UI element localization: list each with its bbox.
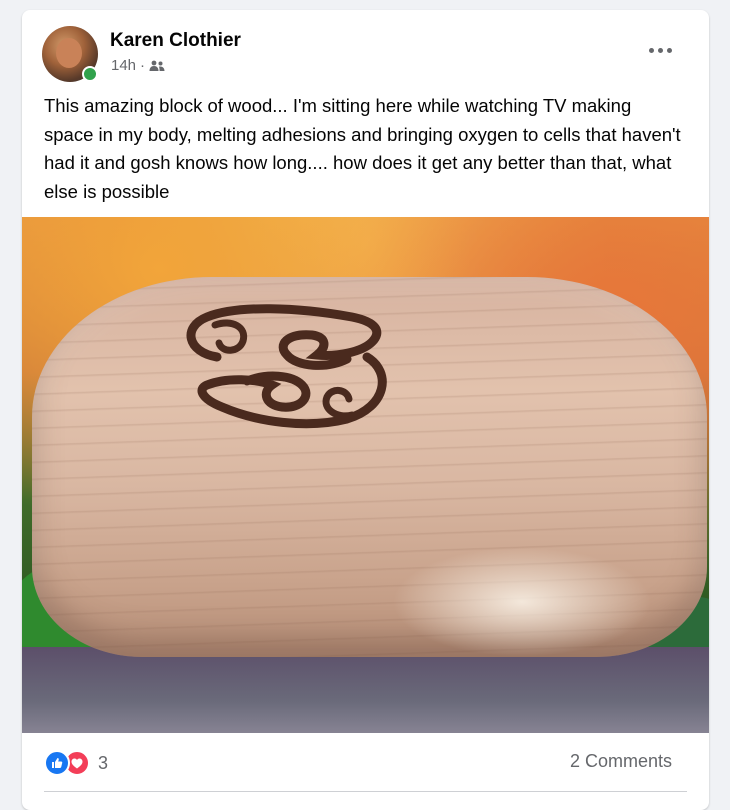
post-meta: 14h · (111, 57, 165, 74)
thumbs-up-icon (52, 758, 63, 768)
online-status-icon (82, 66, 98, 82)
footer-divider (44, 791, 687, 792)
carved-symbol-icon (186, 304, 387, 429)
more-options-icon (648, 47, 654, 53)
more-options-icon-dot (657, 47, 663, 53)
reactions-summary[interactable]: 3 (44, 750, 108, 776)
comments-count-link[interactable]: 2 Comments (570, 751, 672, 772)
avatar-face (56, 38, 82, 68)
reaction-count: 3 (98, 752, 109, 773)
more-options-button[interactable] (642, 36, 678, 64)
post-card: Karen Clothier 14h · This amazing block … (22, 10, 709, 810)
post-photo[interactable] (22, 217, 709, 733)
heart-icon (71, 758, 83, 768)
photo-background-cloth (22, 647, 709, 733)
author-name[interactable]: Karen Clothier (110, 30, 241, 52)
post-timestamp[interactable]: 14h (111, 57, 136, 74)
meta-separator: · (140, 57, 146, 74)
post-footer: 3 2 Comments (22, 733, 709, 793)
more-options-icon-dot (666, 47, 672, 53)
post-text: This amazing block of wood... I'm sittin… (44, 95, 681, 202)
friends-icon (149, 60, 165, 71)
like-icon (44, 750, 70, 776)
wood-highlight (392, 547, 652, 657)
post-header: Karen Clothier 14h · (22, 10, 709, 85)
